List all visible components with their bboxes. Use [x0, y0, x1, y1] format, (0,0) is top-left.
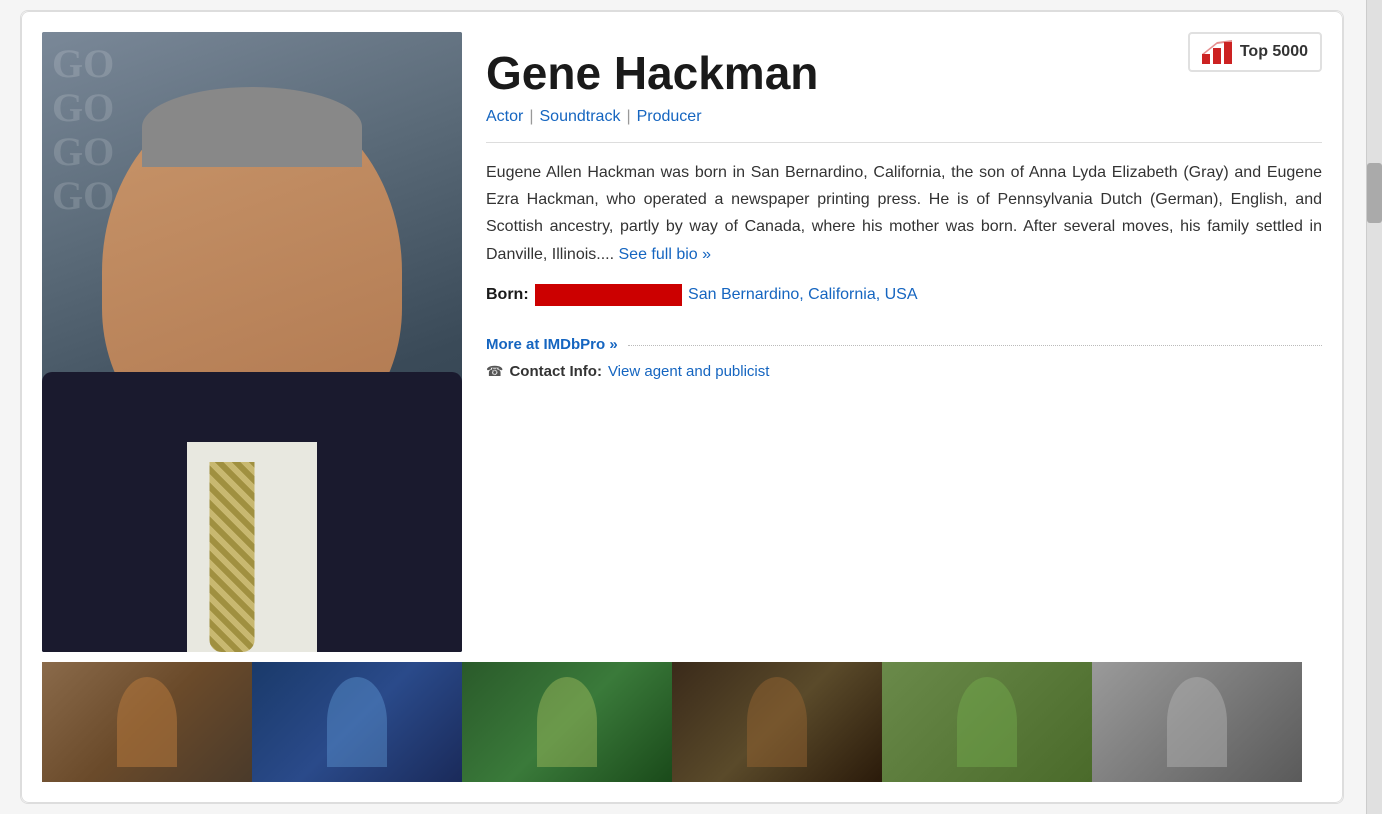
- born-label: Born:: [486, 286, 529, 304]
- chart-icon: [1202, 40, 1232, 64]
- scrollbar[interactable]: [1366, 0, 1382, 814]
- thumbnail-3[interactable]: [462, 662, 672, 782]
- thumbnail-5[interactable]: [882, 662, 1092, 782]
- born-row: Born: XXXXXXXXXXX San Bernardino, Califo…: [486, 284, 1322, 306]
- profile-info: Top 5000 Gene Hackman Actor | Soundtrack…: [486, 32, 1322, 652]
- contact-link: View agent and publicist: [608, 363, 770, 380]
- thumb-inner-6: [1092, 662, 1302, 782]
- born-location: San Bernardino, California, USA: [688, 286, 917, 304]
- scrollbar-thumb[interactable]: [1367, 163, 1382, 223]
- born-location-link[interactable]: San Bernardino, California, USA: [688, 286, 917, 303]
- imdbpro-dots: [628, 345, 1322, 346]
- bio-text: Eugene Allen Hackman was born in San Ber…: [486, 159, 1322, 268]
- thumbnail-6[interactable]: [1092, 662, 1302, 782]
- born-date-redacted: XXXXXXXXXXX: [535, 284, 682, 306]
- profile-container: GOGOGOGO: [20, 10, 1344, 804]
- thumbnail-4[interactable]: [672, 662, 882, 782]
- person-roles: Actor | Soundtrack | Producer: [486, 108, 1322, 126]
- profile-photo: GOGOGOGO: [42, 32, 462, 652]
- profile-top: GOGOGOGO: [42, 32, 1322, 652]
- photo-inner: GOGOGOGO: [42, 32, 462, 652]
- page-wrapper: GOGOGOGO: [0, 0, 1382, 814]
- view-agent-link[interactable]: View agent and publicist: [608, 363, 770, 380]
- thumb-inner-1: [42, 662, 252, 782]
- contact-info-label: Contact Info:: [509, 363, 601, 380]
- thumbnail-2[interactable]: [252, 662, 462, 782]
- separator-2: |: [626, 108, 630, 126]
- contact-row: ☎ Contact Info: View agent and publicist: [486, 363, 1322, 380]
- top5000-label: Top 5000: [1240, 43, 1308, 61]
- thumb-inner-2: [252, 662, 462, 782]
- profile-card: GOGOGOGO: [21, 11, 1343, 803]
- thumbs-row: [42, 662, 1322, 782]
- role-soundtrack[interactable]: Soundtrack: [540, 108, 621, 126]
- separator-1: |: [529, 108, 533, 126]
- main-content: GOGOGOGO: [0, 0, 1364, 814]
- imdbpro-row: More at IMDbPro »: [486, 336, 1322, 353]
- phone-icon: ☎: [486, 363, 503, 380]
- divider-1: [486, 142, 1322, 143]
- thumb-inner-5: [882, 662, 1092, 782]
- see-full-bio-link[interactable]: See full bio »: [619, 246, 712, 263]
- role-actor[interactable]: Actor: [486, 108, 523, 126]
- thumb-inner-3: [462, 662, 672, 782]
- top5000-badge[interactable]: Top 5000: [1188, 32, 1322, 72]
- bio-content: Eugene Allen Hackman was born in San Ber…: [486, 164, 1322, 263]
- thumb-inner-4: [672, 662, 882, 782]
- imdbpro-link[interactable]: More at IMDbPro »: [486, 336, 618, 353]
- photo-bg-text: GOGOGOGO: [52, 42, 114, 218]
- thumbnail-1[interactable]: [42, 662, 252, 782]
- role-producer[interactable]: Producer: [637, 108, 702, 126]
